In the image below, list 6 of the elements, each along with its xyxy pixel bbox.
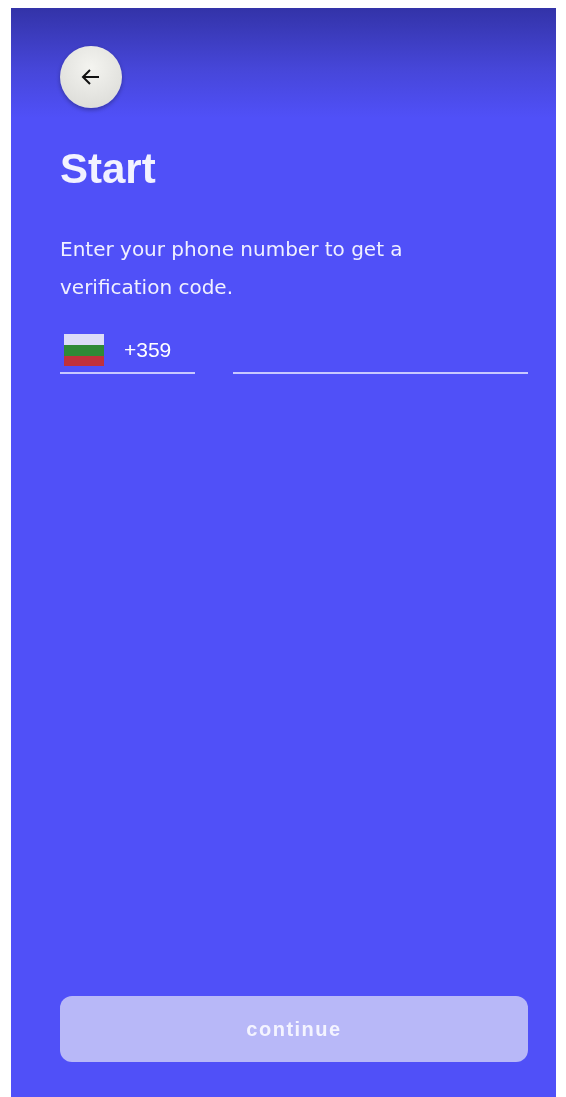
screen-title: Start	[60, 144, 157, 194]
back-button[interactable]	[60, 46, 122, 108]
instruction-text: Enter your phone number to get a verification code.	[60, 236, 404, 301]
flag-icon	[64, 334, 104, 366]
country-code-field[interactable]: +359	[60, 328, 195, 374]
country-code: +359	[124, 338, 172, 362]
